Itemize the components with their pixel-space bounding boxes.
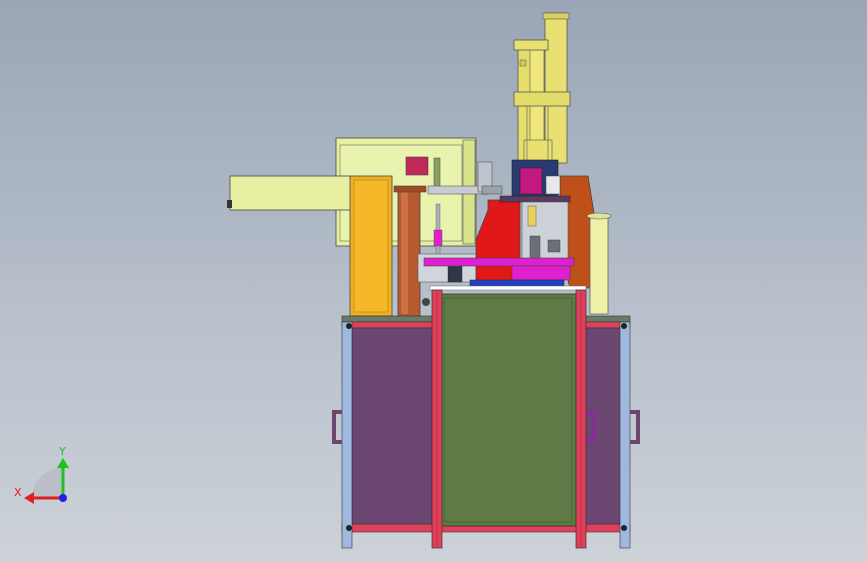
x-axis-arrowhead — [24, 492, 34, 504]
axis-triad[interactable]: X Y — [14, 445, 69, 504]
pneumatic-cylinder — [513, 12, 571, 164]
z-axis-origin — [59, 494, 67, 502]
horizontal-arm — [227, 175, 353, 211]
x-axis-label: X — [14, 486, 22, 499]
y-axis-arrowhead — [57, 458, 69, 468]
orange-column — [349, 175, 393, 317]
cabinet — [332, 289, 640, 549]
right-tube — [586, 212, 612, 315]
y-axis-label: Y — [58, 445, 66, 458]
upper-mechanism — [227, 12, 612, 317]
cad-model-viewport[interactable]: X Y — [0, 0, 867, 562]
